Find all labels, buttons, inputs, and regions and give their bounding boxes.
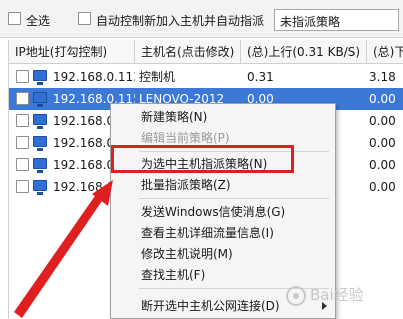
watermark-text: Bai经验: [310, 286, 364, 304]
annotation-arrow-icon: [14, 180, 113, 318]
